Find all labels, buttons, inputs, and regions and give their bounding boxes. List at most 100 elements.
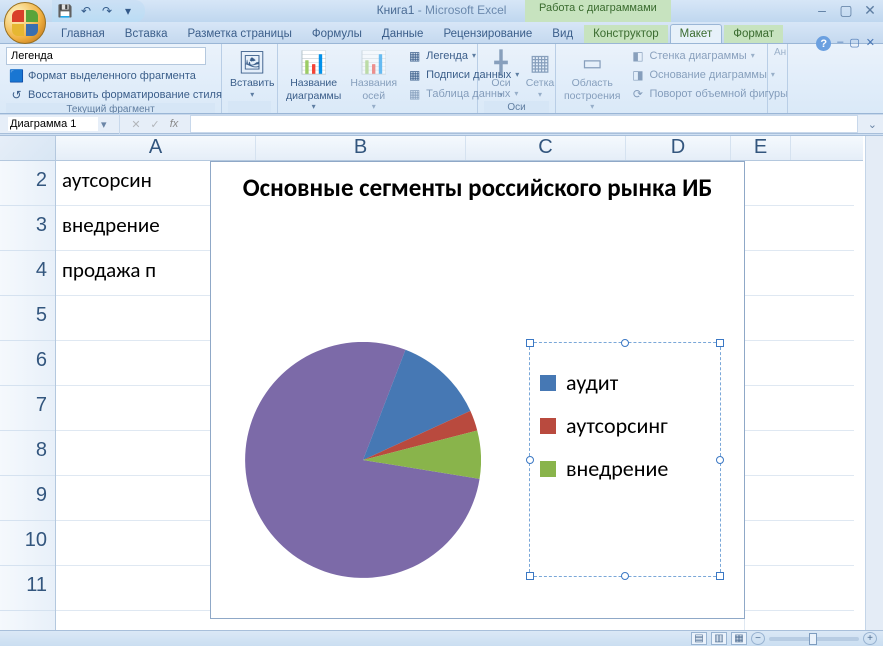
formula-buttons: ✕ ✓ fx bbox=[124, 118, 186, 131]
save-icon[interactable]: 💾 bbox=[58, 4, 72, 18]
picture-icon: 🖼 bbox=[237, 49, 267, 77]
tab-page-layout[interactable]: Разметка страницы bbox=[179, 25, 301, 43]
office-button[interactable] bbox=[4, 2, 46, 44]
zoom-slider[interactable] bbox=[769, 637, 859, 641]
tab-data[interactable]: Данные bbox=[373, 25, 433, 43]
quick-access-toolbar: 💾 ↶ ↷ ▾ bbox=[52, 0, 145, 22]
tab-layout[interactable]: Макет bbox=[670, 24, 723, 43]
tab-view[interactable]: Вид bbox=[543, 25, 582, 43]
mdi-restore-icon[interactable]: ▢ bbox=[849, 36, 859, 51]
legend-swatch-icon bbox=[540, 461, 556, 477]
col-header-b[interactable]: B bbox=[256, 136, 466, 160]
reset-style-button[interactable]: ↺Восстановить форматирование стиля bbox=[6, 86, 225, 103]
cells-grid[interactable]: аутсорсин внедрение продажа п Основные с… bbox=[56, 161, 863, 630]
zoom-out-button[interactable]: − bbox=[751, 632, 765, 645]
col-header-a[interactable]: A bbox=[56, 136, 256, 160]
window-controls: – ▢ ✕ bbox=[812, 2, 880, 19]
pie-chart[interactable] bbox=[245, 342, 481, 578]
row-header[interactable]: 8 bbox=[0, 431, 55, 476]
col-header-e[interactable]: E bbox=[731, 136, 791, 160]
row-header[interactable]: 2 bbox=[0, 161, 55, 206]
undo-icon[interactable]: ↶ bbox=[79, 4, 93, 18]
tab-format[interactable]: Формат bbox=[724, 25, 783, 43]
view-page-break-icon[interactable]: ▦ bbox=[731, 632, 747, 645]
axis-titles-button[interactable]: 📊Названия осей bbox=[348, 47, 399, 114]
fx-icon[interactable]: fx bbox=[166, 118, 182, 131]
plot-area-button[interactable]: ▭Область построения bbox=[562, 47, 622, 114]
rotation-button[interactable]: ⟳Поворот объемной фигуры bbox=[627, 85, 791, 102]
row-header[interactable]: 7 bbox=[0, 386, 55, 431]
rotation-icon: ⟳ bbox=[630, 86, 645, 101]
row-header[interactable]: 6 bbox=[0, 341, 55, 386]
qat-dropdown-icon[interactable]: ▾ bbox=[121, 4, 135, 18]
row-header[interactable]: 11 bbox=[0, 566, 55, 611]
office-logo-icon bbox=[12, 10, 38, 36]
formula-bar: ▾ ✕ ✓ fx ⌄ bbox=[0, 114, 883, 134]
select-all-corner[interactable] bbox=[0, 136, 56, 160]
chart-wall-button[interactable]: ◧Стенка диаграммы bbox=[627, 47, 791, 64]
mdi-close-icon[interactable]: ✕ bbox=[866, 36, 875, 51]
accept-formula-icon[interactable]: ✓ bbox=[147, 118, 163, 131]
close-icon[interactable]: ✕ bbox=[860, 2, 880, 19]
cancel-formula-icon[interactable]: ✕ bbox=[128, 118, 144, 131]
view-normal-icon[interactable]: ▤ bbox=[691, 632, 707, 645]
ribbon-tabs: Главная Вставка Разметка страницы Формул… bbox=[0, 22, 883, 44]
legend-item[interactable]: аутсорсинг bbox=[540, 412, 710, 439]
mdi-minimize-icon[interactable]: – bbox=[837, 36, 843, 51]
reset-style-icon: ↺ bbox=[9, 87, 24, 102]
tab-home[interactable]: Главная bbox=[52, 25, 114, 43]
plot-area-icon: ▭ bbox=[577, 49, 607, 77]
embedded-chart[interactable]: Основные сегменты российского рынка ИБ bbox=[210, 161, 745, 619]
pie-svg bbox=[245, 342, 481, 578]
gridlines-button[interactable]: ▦Сетка bbox=[523, 47, 557, 101]
tab-insert[interactable]: Вставка bbox=[116, 25, 177, 43]
vertical-scrollbar[interactable] bbox=[865, 136, 883, 630]
row-header[interactable]: 9 bbox=[0, 476, 55, 521]
app-name: Microsoft Excel bbox=[425, 3, 506, 17]
axes-icon: ╋ bbox=[486, 49, 516, 77]
tab-review[interactable]: Рецензирование bbox=[434, 25, 541, 43]
col-header-c[interactable]: C bbox=[466, 136, 626, 160]
ribbon: 🟦Формат выделенного фрагмента ↺Восстанов… bbox=[0, 44, 883, 114]
help-icon[interactable]: ? bbox=[816, 36, 831, 51]
legend-label: аудит bbox=[566, 369, 618, 396]
legend-label: внедрение bbox=[566, 455, 668, 482]
row-header[interactable]: 10 bbox=[0, 521, 55, 566]
maximize-icon[interactable]: ▢ bbox=[836, 2, 856, 19]
legend-swatch-icon bbox=[540, 375, 556, 391]
group-current-selection: Текущий фрагмент bbox=[6, 103, 215, 114]
col-header-d[interactable]: D bbox=[626, 136, 731, 160]
chart-floor-button[interactable]: ◨Основание диаграммы bbox=[627, 66, 791, 83]
title-bar: 💾 ↶ ↷ ▾ Книга1 - Microsoft Excel Работа … bbox=[0, 0, 883, 22]
legend-item[interactable]: внедрение bbox=[540, 455, 710, 482]
minimize-icon[interactable]: – bbox=[812, 2, 832, 19]
chart-title-button[interactable]: 📊Название диаграммы bbox=[284, 47, 343, 114]
format-selection-icon: 🟦 bbox=[9, 68, 24, 83]
legend-item[interactable]: аудит bbox=[540, 369, 710, 396]
formula-input[interactable] bbox=[190, 115, 858, 133]
axis-titles-icon: 📊 bbox=[359, 49, 389, 77]
window-title: Книга1 - Microsoft Excel bbox=[377, 3, 507, 17]
row-header[interactable]: 4 bbox=[0, 251, 55, 296]
chart-legend[interactable]: аудит аутсорсинг внедрение bbox=[529, 342, 721, 577]
data-table-icon: ▦ bbox=[407, 86, 422, 101]
group-axes: Оси bbox=[484, 101, 549, 113]
zoom-in-button[interactable]: + bbox=[863, 632, 877, 645]
insert-button[interactable]: 🖼Вставить bbox=[228, 47, 277, 101]
redo-icon[interactable]: ↷ bbox=[100, 4, 114, 18]
tab-design[interactable]: Конструктор bbox=[584, 25, 668, 43]
format-selection-button[interactable]: 🟦Формат выделенного фрагмента bbox=[6, 67, 199, 84]
row-header[interactable]: 5 bbox=[0, 296, 55, 341]
name-box-dropdown-icon[interactable]: ▾ bbox=[98, 118, 110, 131]
chart-title-text[interactable]: Основные сегменты российского рынка ИБ bbox=[211, 162, 744, 209]
grid-icon: ▦ bbox=[525, 49, 555, 77]
view-page-layout-icon[interactable]: ▥ bbox=[711, 632, 727, 645]
formula-bar-expand-icon[interactable]: ⌄ bbox=[862, 118, 883, 131]
row-header[interactable]: 3 bbox=[0, 206, 55, 251]
chart-element-selector[interactable] bbox=[6, 47, 206, 65]
help-controls: ? – ▢ ✕ bbox=[816, 36, 875, 51]
tab-formulas[interactable]: Формулы bbox=[303, 25, 371, 43]
name-box[interactable] bbox=[8, 117, 98, 131]
analysis-group: Ан bbox=[774, 47, 781, 112]
axes-button[interactable]: ╋Оси bbox=[484, 47, 518, 101]
